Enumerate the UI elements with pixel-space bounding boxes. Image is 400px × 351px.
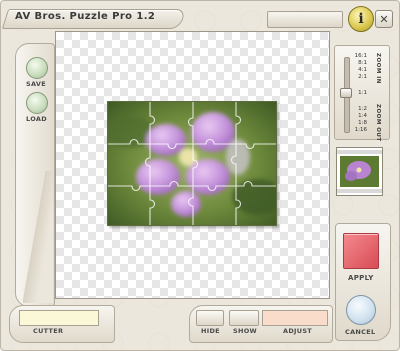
puzzle-pro-window: AV Bros. Puzzle Pro 1.2 i ✕ SAVE LOAD 16… xyxy=(0,0,400,351)
zoom-level-1-4[interactable]: 1:4 xyxy=(352,113,367,120)
zoom-level-1-16[interactable]: 1:16 xyxy=(352,127,367,134)
apply-button[interactable] xyxy=(343,233,379,269)
zoom-level-1-2[interactable]: 1:2 xyxy=(352,106,367,113)
save-label: SAVE xyxy=(26,80,46,88)
close-button[interactable]: ✕ xyxy=(375,10,393,28)
navigator-thumbnail[interactable] xyxy=(336,147,383,196)
hide-button[interactable] xyxy=(196,310,224,326)
info-icon: i xyxy=(358,11,364,27)
cancel-button[interactable] xyxy=(346,295,376,325)
zoom-level-1-8[interactable]: 1:8 xyxy=(352,120,367,127)
cutter-label: CUTTER xyxy=(33,327,64,335)
adjust-label: ADJUST xyxy=(283,327,313,335)
puzzle-image[interactable] xyxy=(107,101,277,226)
cancel-label: CANCEL xyxy=(345,328,376,336)
zoom-level-1-1[interactable]: 1:1 xyxy=(352,90,367,97)
show-button[interactable] xyxy=(229,310,259,326)
apply-label: APPLY xyxy=(348,274,374,282)
show-label: SHOW xyxy=(233,327,258,335)
info-button[interactable]: i xyxy=(348,6,374,32)
zoom-level-8-1[interactable]: 8:1 xyxy=(352,60,367,67)
top-slot xyxy=(267,11,343,28)
cutter-field[interactable] xyxy=(19,310,99,326)
close-icon: ✕ xyxy=(379,12,389,26)
load-label: LOAD xyxy=(26,115,47,123)
zoom-level-16-1[interactable]: 16:1 xyxy=(352,53,367,60)
zoom-level-2-1[interactable]: 2:1 xyxy=(352,74,367,81)
zoom-in-label: ZOOM IN xyxy=(375,53,381,84)
zoom-level-4-1[interactable]: 4:1 xyxy=(352,67,367,74)
hide-label: HIDE xyxy=(201,327,220,335)
zoom-out-label: ZOOM OUT xyxy=(375,104,381,142)
save-button[interactable] xyxy=(26,57,48,79)
zoom-slider-knob[interactable] xyxy=(340,88,352,98)
left-wedge xyxy=(23,171,53,303)
load-button[interactable] xyxy=(26,92,48,114)
puzzle-picture xyxy=(108,102,276,225)
app-title: AV Bros. Puzzle Pro 1.2 xyxy=(15,11,156,22)
thumbnail-picture xyxy=(337,148,382,195)
adjust-field[interactable] xyxy=(262,310,328,326)
